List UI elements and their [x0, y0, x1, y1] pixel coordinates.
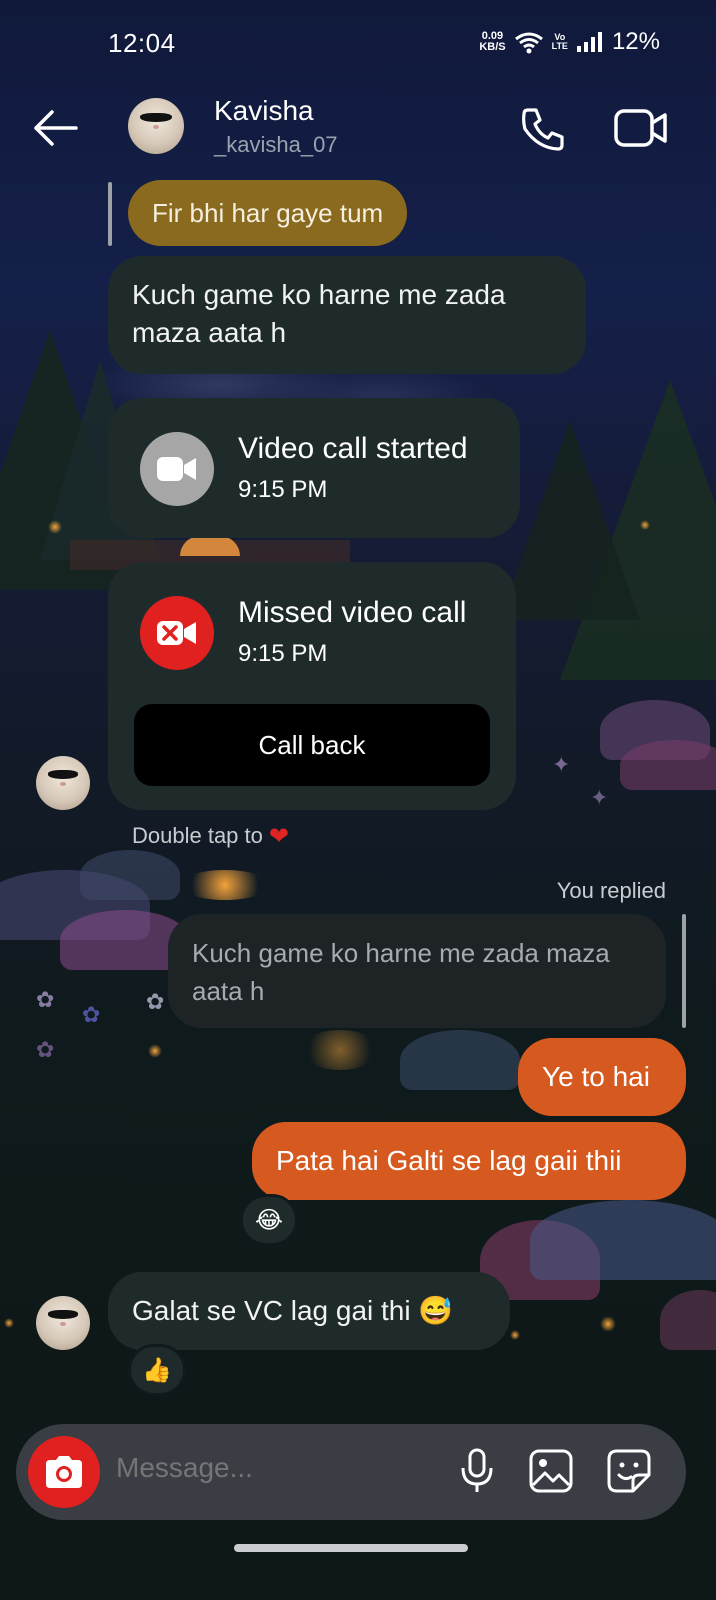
- signal-icon: [576, 32, 602, 52]
- missed-call-icon-circle: [140, 596, 214, 670]
- camera-button[interactable]: [28, 1436, 100, 1508]
- phone-icon: [522, 108, 564, 151]
- sticker-icon: [607, 1449, 651, 1493]
- reply-quote-text: Fir bhi har gaye tum: [152, 198, 384, 228]
- status-time: 12:04: [108, 28, 176, 58]
- message-reaction[interactable]: 😂: [240, 1194, 298, 1246]
- message-text: Kuch game ko harne me zada maza aata h: [132, 279, 506, 348]
- home-indicator[interactable]: [234, 1544, 468, 1552]
- call-back-button[interactable]: Call back: [134, 704, 490, 786]
- message-text: Galat se VC lag gai thi 😅: [132, 1295, 454, 1326]
- video-call-started-card[interactable]: Video call started 9:15 PM: [108, 398, 520, 538]
- call-time: 9:15 PM: [238, 640, 328, 667]
- battery-level: 12%: [611, 28, 660, 55]
- missed-video-icon: [157, 621, 196, 645]
- sent-message[interactable]: Ye to hai: [518, 1038, 686, 1116]
- sender-avatar[interactable]: [36, 756, 90, 810]
- replied-quote-text: Kuch game ko harne me zada maza aata h: [192, 938, 610, 1006]
- received-message[interactable]: Galat se VC lag gai thi 😅: [108, 1272, 510, 1350]
- gallery-button[interactable]: [526, 1446, 576, 1496]
- call-time: 9:15 PM: [238, 476, 328, 503]
- video-call-button[interactable]: [613, 106, 669, 150]
- reply-quote-bubble[interactable]: Fir bhi har gaye tum: [128, 180, 408, 246]
- message-text: Pata hai Galti se lag gaii thii: [276, 1145, 622, 1176]
- sender-avatar[interactable]: [36, 1296, 90, 1350]
- video-camera-icon: [157, 457, 196, 481]
- message-input[interactable]: [116, 1452, 436, 1484]
- reply-quote-line: [108, 182, 112, 246]
- double-tap-hint: Double tap to ❤: [132, 822, 289, 850]
- missed-video-call-card[interactable]: Missed video call 9:15 PM Call back: [108, 562, 516, 810]
- microphone-icon: [461, 1448, 493, 1492]
- video-camera-icon: [614, 109, 667, 147]
- reply-quote-line: [682, 914, 686, 1028]
- status-icons: 0.09 KB/S Vo LTE 12%: [479, 28, 660, 56]
- message-reaction[interactable]: 👍: [128, 1344, 186, 1396]
- volte-indicator: Vo LTE: [551, 32, 568, 51]
- network-speed: 0.09 KB/S: [479, 30, 506, 53]
- replied-quote-bubble[interactable]: Kuch game ko harne me zada maza aata h: [168, 914, 666, 1028]
- sticker-button[interactable]: [604, 1446, 654, 1496]
- call-title: Video call started: [238, 432, 468, 465]
- you-replied-label: You replied: [556, 878, 666, 903]
- sent-message[interactable]: Pata hai Galti se lag gaii thii: [252, 1122, 686, 1200]
- received-message[interactable]: Kuch game ko harne me zada maza aata h: [108, 256, 586, 374]
- wifi-icon: [514, 32, 543, 54]
- video-call-icon-circle: [140, 432, 214, 506]
- contact-name[interactable]: Kavisha: [214, 95, 314, 127]
- voice-message-button[interactable]: [452, 1446, 502, 1496]
- contact-username[interactable]: _kavisha_07: [214, 132, 338, 158]
- heart-icon: ❤: [268, 822, 289, 850]
- message-text: Ye to hai: [542, 1061, 650, 1092]
- message-composer: [16, 1424, 686, 1520]
- audio-call-button[interactable]: [518, 104, 568, 154]
- back-button[interactable]: [30, 106, 80, 150]
- header-avatar[interactable]: [128, 98, 184, 154]
- image-icon: [529, 1449, 573, 1493]
- arrow-left-icon: [34, 110, 78, 146]
- camera-icon: [46, 1456, 82, 1488]
- call-title: Missed video call: [238, 596, 467, 629]
